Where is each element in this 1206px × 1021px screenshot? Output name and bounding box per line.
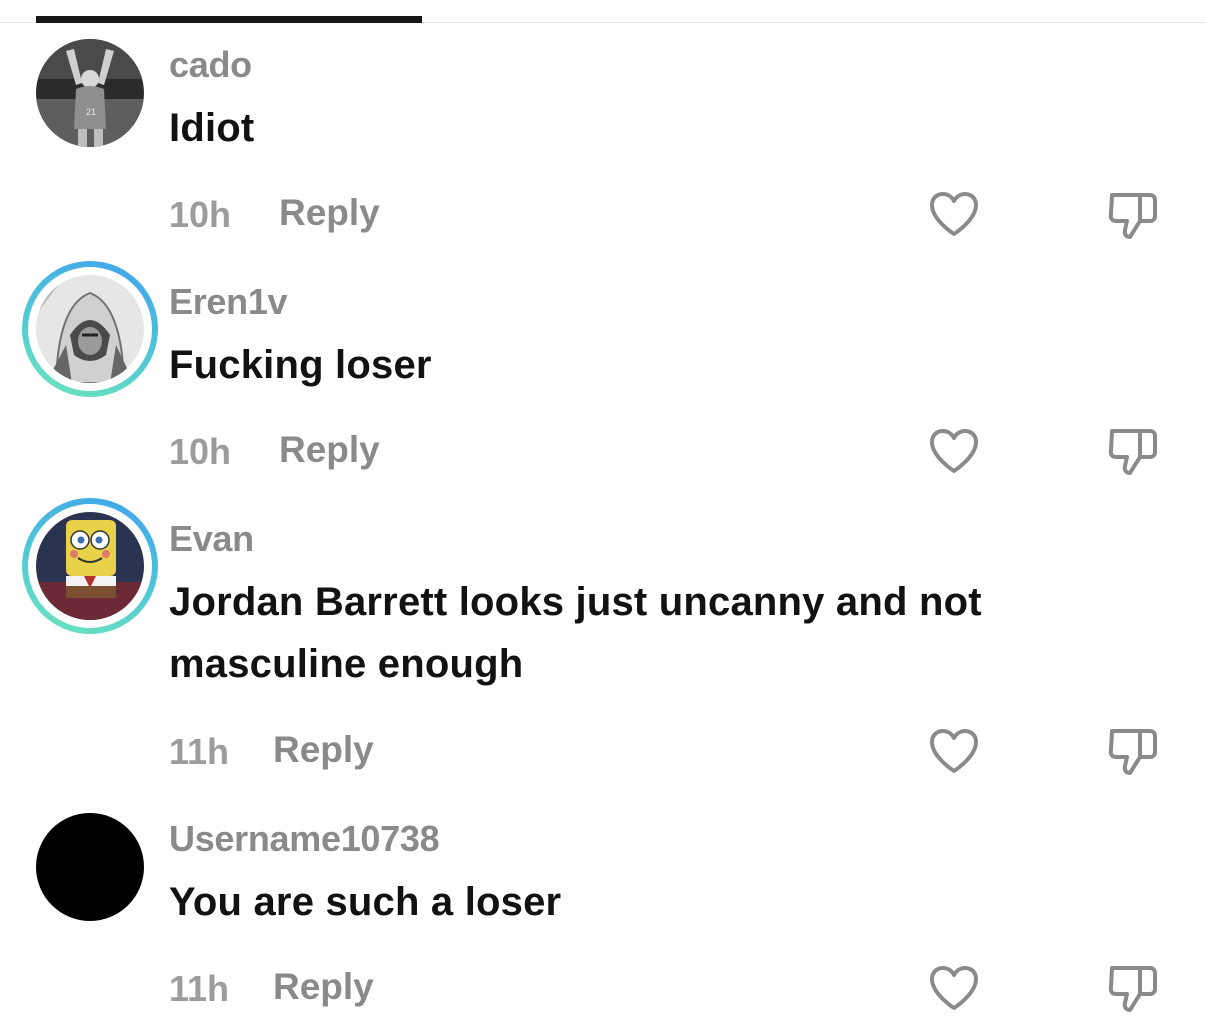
comment-text: Fucking loser: [169, 343, 432, 387]
thumbs-down-icon[interactable]: [1104, 721, 1162, 779]
heart-icon[interactable]: [928, 727, 980, 775]
thumbs-down-icon[interactable]: [1104, 421, 1162, 479]
comment-username[interactable]: cado: [169, 44, 252, 86]
heart-icon[interactable]: [928, 427, 980, 475]
comment-timestamp: 10h: [169, 194, 232, 235]
heart-icon[interactable]: [928, 964, 980, 1012]
svg-text:21: 21: [86, 107, 96, 117]
reply-button[interactable]: Reply: [279, 192, 380, 234]
comment-timestamp: 11h: [169, 968, 230, 1009]
thumbs-down-icon[interactable]: [1104, 185, 1162, 243]
story-ring[interactable]: [22, 498, 158, 634]
active-tab-indicator: [36, 16, 422, 23]
comment-text: Idiot: [169, 106, 255, 150]
comment-username[interactable]: Username10738: [169, 818, 440, 860]
reply-button[interactable]: Reply: [279, 429, 380, 471]
comment-text: You are such a loser: [169, 880, 562, 924]
avatar[interactable]: [36, 813, 144, 921]
avatar[interactable]: [36, 275, 144, 383]
thumbs-down-icon[interactable]: [1104, 958, 1162, 1016]
avatar[interactable]: [36, 512, 144, 620]
avatar-photo-hooded-figure: [36, 275, 144, 383]
story-ring[interactable]: [22, 261, 158, 397]
heart-icon[interactable]: [928, 190, 980, 238]
avatar[interactable]: 21: [36, 39, 144, 147]
comment-timestamp: 10h: [169, 431, 232, 472]
comment-username[interactable]: Evan: [169, 518, 254, 560]
comment-timestamp: 11h: [169, 731, 230, 772]
comment-text: Jordan Barrett looks just uncanny and no…: [169, 580, 982, 686]
reply-button[interactable]: Reply: [273, 966, 374, 1008]
avatar-photo-footballer: 21: [36, 39, 144, 147]
avatar-black-circle: [36, 813, 144, 921]
reply-button[interactable]: Reply: [273, 729, 374, 771]
comment-username[interactable]: Eren1v: [169, 281, 288, 323]
avatar-photo-spongebob: [36, 512, 144, 620]
